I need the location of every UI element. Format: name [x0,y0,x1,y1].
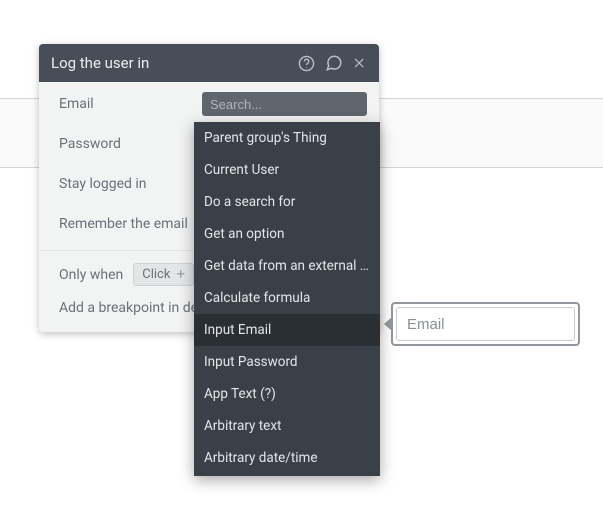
close-icon[interactable] [353,56,367,70]
help-icon[interactable] [298,55,315,72]
only-when-label: Only when [59,267,123,283]
dropdown-item[interactable]: Arbitrary text [194,410,380,442]
email-expression-search[interactable] [202,92,367,116]
dropdown-item[interactable]: App Text (?) [194,378,380,410]
preview-email-input[interactable] [396,307,575,341]
plus-icon: + [176,267,185,282]
dropdown-item[interactable]: Parent group's Thing [194,122,380,154]
field-label-email: Email [59,96,202,112]
callout-box [391,302,580,346]
dropdown-item[interactable]: Do a search for [194,186,380,218]
dropdown-item[interactable]: Arbitrary date/time [194,442,380,474]
comment-icon[interactable] [325,54,343,72]
panel-header[interactable]: Log the user in [39,44,379,82]
dropdown-item[interactable]: Calculate formula [194,282,380,314]
dropdown-item[interactable]: Current User [194,154,380,186]
only-when-button-text: Click [142,267,170,282]
email-field-row: Email [59,90,367,118]
element-preview-callout [384,302,580,346]
dropdown-item[interactable]: Input Password [194,346,380,378]
dropdown-item[interactable]: Input Email [194,314,380,346]
panel-title: Log the user in [51,54,298,72]
only-when-condition-button[interactable]: Click + [133,263,194,286]
dropdown-item[interactable]: Get an option [194,218,380,250]
dropdown-item[interactable]: Get data from an external API [194,250,380,282]
dropdown-item[interactable]: Website home URL [194,474,380,476]
expression-dropdown: Parent group's ThingCurrent UserDo a sea… [194,122,380,476]
